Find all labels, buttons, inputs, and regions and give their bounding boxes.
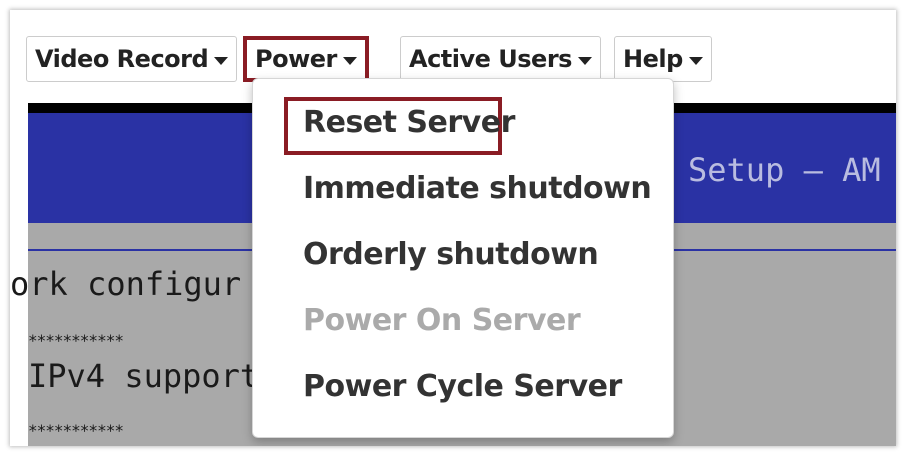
console-title: Setup – AM: [688, 151, 881, 189]
console-line: IPv4 support: [28, 357, 260, 395]
caret-down-icon: [688, 56, 703, 65]
caret-down-icon: [342, 56, 357, 65]
console-line: ***********: [28, 331, 124, 350]
menu-item-reset-server[interactable]: Reset Server: [303, 105, 515, 140]
menu-item-power-cycle-server[interactable]: Power Cycle Server: [303, 369, 622, 404]
caret-down-icon: [214, 56, 229, 65]
caret-down-icon: [577, 56, 592, 65]
menu-item-immediate-shutdown[interactable]: Immediate shutdown: [303, 171, 652, 206]
menu-video-record-label: Video Record: [35, 45, 209, 73]
kvm-window: Video Record Power Active Users Help Set…: [10, 10, 896, 446]
menu-video-record[interactable]: Video Record: [26, 36, 238, 82]
console-line: ork configur: [10, 265, 242, 303]
menu-power[interactable]: Power: [243, 36, 369, 82]
menu-item-power-on-server: Power On Server: [303, 303, 581, 338]
menu-help[interactable]: Help: [614, 36, 712, 82]
menu-power-label: Power: [255, 45, 337, 73]
console-line: ***********: [28, 421, 124, 440]
menu-item-orderly-shutdown[interactable]: Orderly shutdown: [303, 237, 599, 272]
power-dropdown-menu: Reset Server Immediate shutdown Orderly …: [252, 78, 674, 438]
menu-help-label: Help: [623, 45, 683, 73]
menu-active-users-label: Active Users: [409, 45, 572, 73]
menu-active-users[interactable]: Active Users: [400, 36, 601, 82]
